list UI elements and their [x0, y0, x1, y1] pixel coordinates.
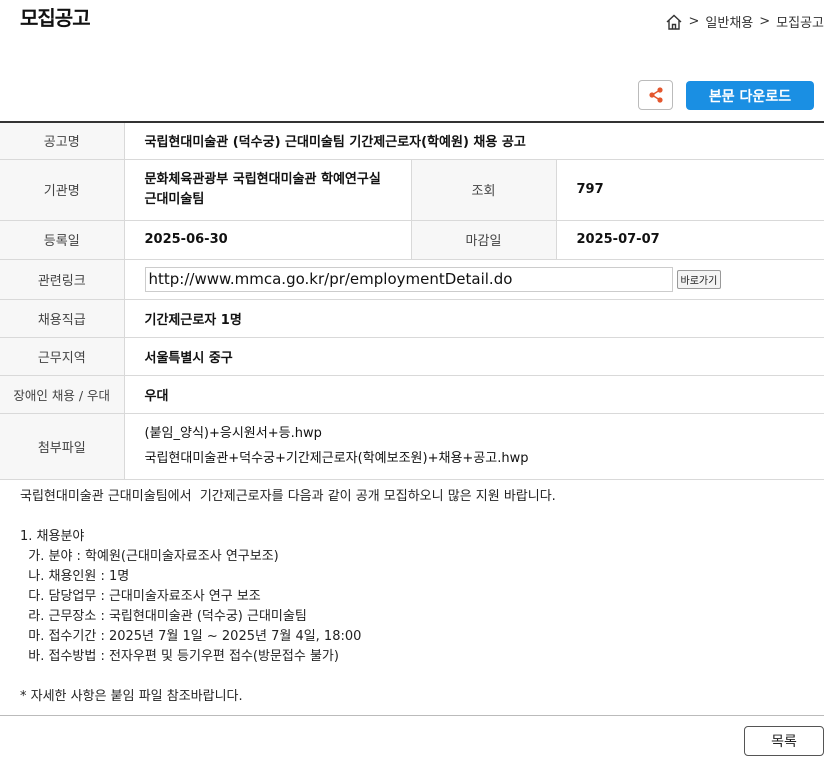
deadline-value: 2025-07-07: [556, 220, 824, 260]
attachment-link[interactable]: (붙임_양식)+응시원서+등.hwp: [145, 421, 805, 446]
link-input[interactable]: http://www.mmca.go.kr/pr/employmentDetai…: [144, 266, 673, 292]
body-line: 마. 접수기간 : 2025년 7월 1일 ~ 2025년 7월 4일, 18:…: [20, 629, 362, 644]
body-line: 가. 분야 : 학예원(근대미술자료조사 연구보조): [20, 549, 279, 564]
body-line: 라. 근무장소 : 국립현대미술관 (덕수궁) 근대미술팀: [20, 609, 307, 624]
home-icon[interactable]: [665, 13, 683, 31]
breadcrumb-item-general-hiring[interactable]: 일반채용: [705, 12, 753, 31]
region-label: 근무지역: [0, 337, 125, 376]
body-line: * 자세한 사항은 붙임 파일 참조바랍니다.: [20, 689, 243, 704]
title-label: 공고명: [0, 122, 125, 160]
views-label: 조회: [411, 159, 557, 221]
reg-date-label: 등록일: [0, 220, 125, 260]
breadcrumb-sep: >: [688, 14, 700, 29]
table-row: 장애인 채용 / 우대 우대: [0, 375, 824, 414]
deadline-label: 마감일: [411, 220, 557, 260]
divider: [0, 715, 824, 716]
body-line: [20, 667, 556, 687]
breadcrumb-sep: >: [759, 14, 771, 29]
body-line: 바. 접수방법 : 전자우편 및 등기우편 접수(방문접수 불가): [20, 649, 339, 664]
page-title: 모집공고: [20, 6, 91, 30]
org-value-line1: 문화체육관광부 국립현대미술관 학예연구실: [144, 171, 381, 187]
share-button[interactable]: [638, 80, 673, 110]
breadcrumb-item-recruitment[interactable]: 모집공고: [776, 12, 824, 31]
title-value: 국립현대미술관 (덕수궁) 근대미술팀 기간제근로자(학예원) 채용 공고: [124, 122, 824, 160]
body-line: 나. 채용인원 : 1명: [20, 569, 130, 584]
breadcrumb: > 일반채용 > 모집공고: [665, 12, 824, 31]
files-cell: (붙임_양식)+응시원서+등.hwp 국립현대미술관+덕수궁+기간제근로자(학예…: [124, 413, 824, 480]
notice-body: 국립현대미술관 근대미술팀에서 기간제근로자를 다음과 같이 공개 모집하오니 …: [20, 487, 556, 707]
org-value-line2: 근대미술팀: [144, 191, 205, 207]
body-line: 다. 담당업무 : 근대미술자료조사 연구 보조: [20, 589, 261, 604]
table-row: 기관명 문화체육관광부 국립현대미술관 학예연구실 근대미술팀 조회 797: [0, 159, 824, 221]
table-row: 채용직급 기간제근로자 1명: [0, 299, 824, 338]
table-row: 관련링크 http://www.mmca.go.kr/pr/employment…: [0, 259, 824, 300]
region-value: 서울특별시 중구: [124, 337, 824, 376]
position-value: 기간제근로자 1명: [124, 299, 824, 338]
org-label: 기관명: [0, 159, 125, 221]
files-label: 첨부파일: [0, 413, 125, 480]
go-link-button[interactable]: 바로가기: [676, 269, 722, 289]
body-line: [20, 507, 556, 527]
table-row: 근무지역 서울특별시 중구: [0, 337, 824, 376]
body-line: 국립현대미술관 근대미술팀에서 기간제근로자를 다음과 같이 공개 모집하오니 …: [20, 489, 556, 504]
download-button[interactable]: 본문 다운로드: [686, 81, 814, 110]
views-value: 797: [556, 159, 824, 221]
table-row: 등록일 2025-06-30 마감일 2025-07-07: [0, 220, 824, 260]
share-icon: [648, 87, 663, 103]
body-line: 1. 채용분야: [20, 529, 85, 544]
disability-value: 우대: [124, 375, 824, 414]
link-cell: http://www.mmca.go.kr/pr/employmentDetai…: [124, 259, 824, 300]
table-row: 공고명 국립현대미술관 (덕수궁) 근대미술팀 기간제근로자(학예원) 채용 공…: [0, 122, 824, 160]
reg-date-value: 2025-06-30: [124, 220, 412, 260]
org-value: 문화체육관광부 국립현대미술관 학예연구실 근대미술팀: [124, 159, 412, 221]
list-button[interactable]: 목록: [744, 726, 824, 756]
disability-label: 장애인 채용 / 우대: [0, 375, 125, 414]
notice-info-table: 공고명 국립현대미술관 (덕수궁) 근대미술팀 기간제근로자(학예원) 채용 공…: [0, 121, 824, 480]
attachment-link[interactable]: 국립현대미술관+덕수궁+기간제근로자(학예보조원)+채용+공고.hwp: [145, 446, 805, 471]
position-label: 채용직급: [0, 299, 125, 338]
link-label: 관련링크: [0, 259, 125, 300]
table-row: 첨부파일 (붙임_양식)+응시원서+등.hwp 국립현대미술관+덕수궁+기간제근…: [0, 413, 824, 480]
